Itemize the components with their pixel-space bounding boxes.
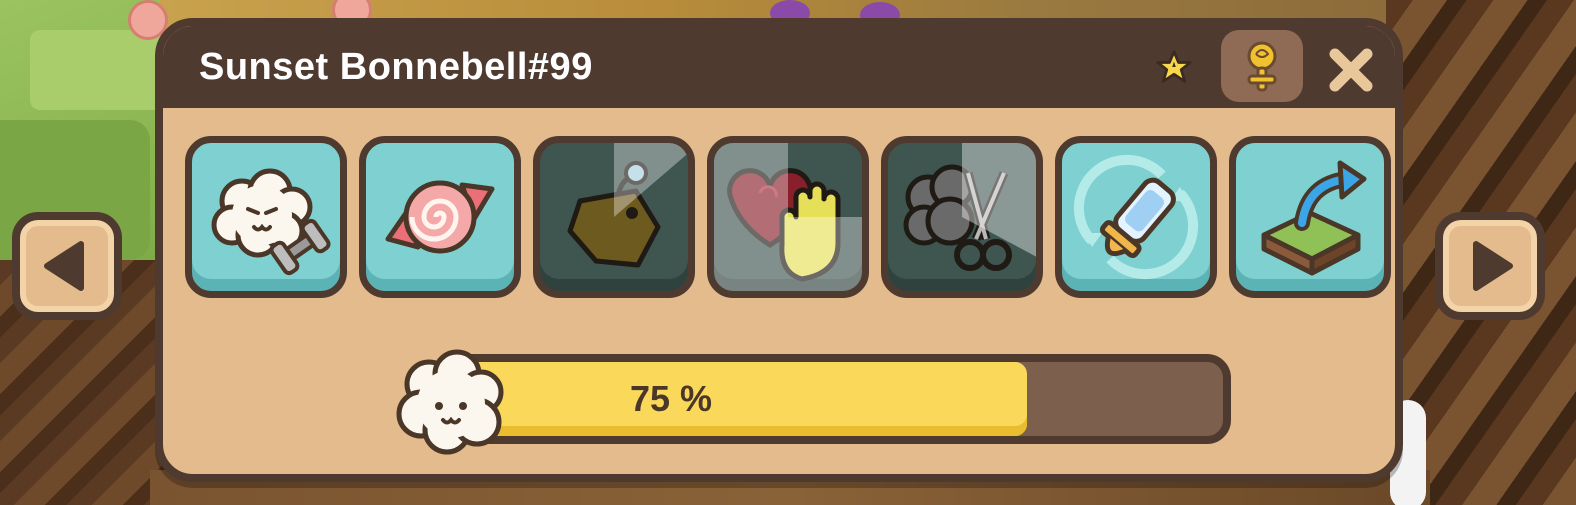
sheep-dumbbell-icon bbox=[211, 168, 331, 276]
progress-percent: 75 % bbox=[629, 378, 713, 419]
growth-progress: 75 % bbox=[391, 344, 1231, 455]
next-pet-button[interactable] bbox=[1435, 212, 1545, 320]
arrow-left-icon bbox=[44, 241, 84, 291]
gender-female-icon bbox=[1247, 41, 1277, 92]
star-icon[interactable] bbox=[1155, 48, 1193, 86]
previous-pet-button[interactable] bbox=[12, 212, 122, 320]
treat-button[interactable] bbox=[359, 136, 521, 298]
arrow-right-icon bbox=[1473, 241, 1513, 291]
feed-button[interactable] bbox=[1055, 136, 1217, 298]
pet-button[interactable] bbox=[707, 136, 869, 298]
bottle-refresh-icon bbox=[1073, 154, 1199, 280]
shear-button[interactable] bbox=[881, 136, 1043, 298]
close-icon bbox=[1329, 48, 1373, 92]
close-button[interactable] bbox=[1323, 42, 1379, 98]
cooldown-overlay bbox=[962, 143, 1036, 257]
cooldown-overlay bbox=[714, 143, 862, 291]
panel-header: Sunset Bonnebell#99 bbox=[163, 26, 1395, 108]
pet-name: Sunset Bonnebell#99 bbox=[199, 45, 593, 88]
train-button[interactable] bbox=[185, 136, 347, 298]
gender-badge[interactable] bbox=[1221, 30, 1303, 102]
pet-info-panel: Sunset Bonnebell#99 75 % bbox=[155, 18, 1403, 482]
move-button[interactable] bbox=[1229, 136, 1391, 298]
wear-button[interactable] bbox=[533, 136, 695, 298]
sheep-icon bbox=[396, 349, 504, 455]
candy-icon bbox=[385, 180, 495, 254]
cooldown-overlay bbox=[614, 143, 688, 217]
progress-label: 75 % bbox=[439, 362, 1223, 436]
tile-arrow-icon bbox=[1261, 160, 1367, 276]
progress-track: 75 % bbox=[431, 354, 1231, 444]
action-toolbar bbox=[185, 136, 1391, 298]
